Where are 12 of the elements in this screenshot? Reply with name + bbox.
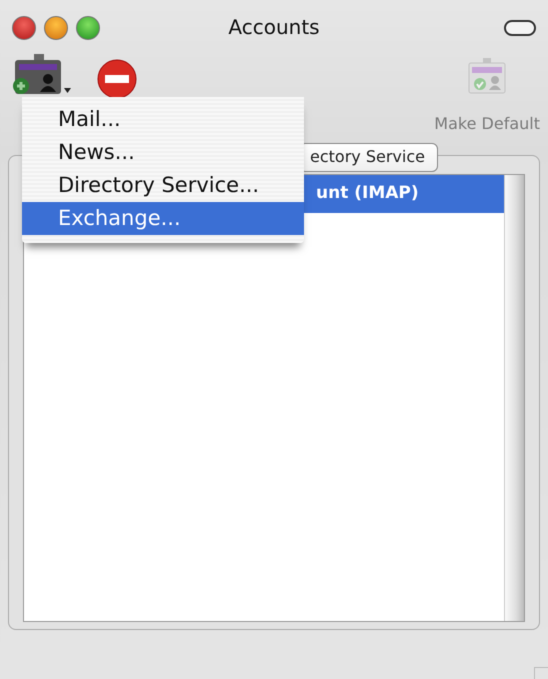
add-account-button[interactable] — [12, 54, 74, 96]
toolbar-toggle-button[interactable] — [504, 20, 536, 36]
menu-item[interactable]: Exchange... — [22, 202, 304, 235]
zoom-button[interactable] — [76, 16, 100, 40]
menu-item[interactable]: Directory Service... — [22, 169, 304, 202]
window-title: Accounts — [228, 14, 320, 41]
scrollbar[interactable] — [504, 175, 524, 621]
minimize-button[interactable] — [44, 16, 68, 40]
close-button[interactable] — [12, 16, 36, 40]
resize-grip[interactable] — [534, 667, 548, 679]
menu-item[interactable]: Mail... — [22, 103, 304, 136]
remove-account-button[interactable] — [96, 58, 138, 100]
